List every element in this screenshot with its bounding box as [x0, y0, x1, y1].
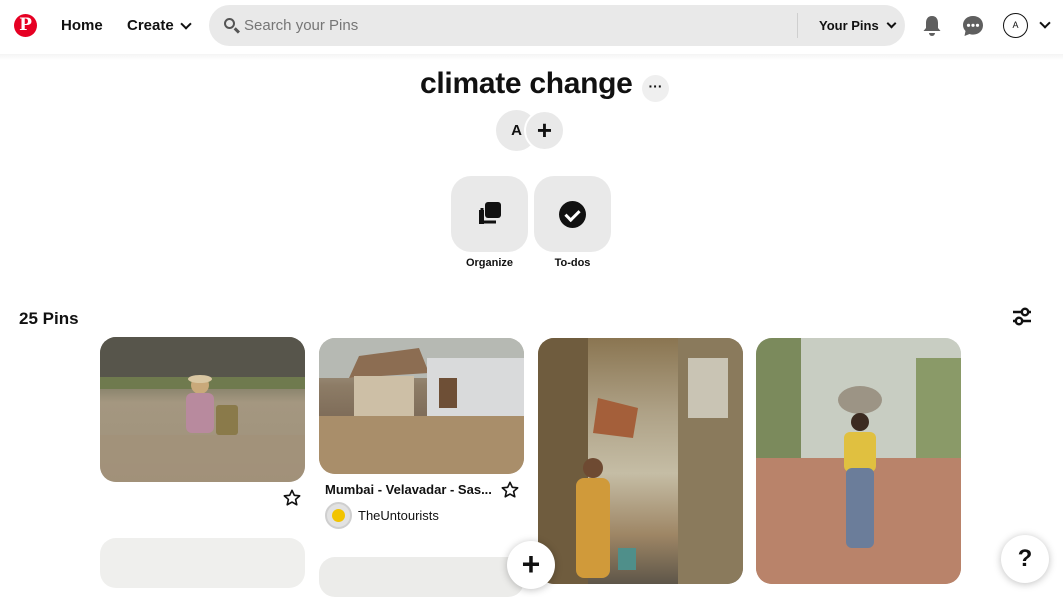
search-scope-dropdown[interactable]: Your Pins: [819, 18, 897, 33]
search-scope-label: Your Pins: [819, 18, 879, 33]
pin-title[interactable]: Mumbai - Velavadar - Sas...: [325, 482, 492, 497]
creator-avatar[interactable]: [325, 502, 352, 529]
star-icon[interactable]: [501, 481, 519, 499]
header-divider: [0, 54, 1063, 60]
pinterest-logo-icon[interactable]: P: [14, 14, 37, 37]
pin-flood-woman-basket[interactable]: [100, 337, 305, 482]
pin-mumbai-velavadar[interactable]: [319, 338, 524, 474]
pin-bottom-left[interactable]: [100, 538, 305, 588]
nav-create-dropdown[interactable]: Create: [127, 17, 192, 34]
todos-button[interactable]: [534, 176, 611, 252]
pin-image: [100, 337, 305, 482]
star-icon[interactable]: [283, 489, 301, 507]
add-collaborator-button[interactable]: +: [524, 110, 565, 151]
create-pin-button[interactable]: +: [507, 541, 555, 589]
todos-label: To-dos: [554, 257, 591, 269]
pin-image: [319, 338, 524, 474]
pin-woman-carrying-water[interactable]: [756, 338, 961, 584]
organize-icon: [479, 202, 501, 224]
pin-alley-painting[interactable]: [538, 338, 743, 584]
search-icon: [224, 18, 235, 29]
top-nav-bar: P Home Create Your Pins A: [0, 0, 1063, 52]
filter-options-icon[interactable]: [1012, 307, 1032, 327]
chat-icon[interactable]: [962, 15, 984, 37]
search-divider: [797, 13, 798, 38]
pin-bottom-second[interactable]: [319, 557, 524, 597]
organize-button[interactable]: [451, 176, 528, 252]
search-bar[interactable]: Your Pins: [209, 5, 905, 46]
chevron-down-icon: [180, 17, 192, 30]
account-avatar[interactable]: A: [1003, 13, 1028, 38]
search-input[interactable]: [244, 5, 784, 46]
creator-name[interactable]: TheUntourists: [358, 508, 439, 523]
board-more-options-button[interactable]: ···: [642, 75, 669, 102]
board-title: climate change: [420, 67, 633, 100]
organize-label: Organize: [465, 257, 514, 269]
nav-create-label: Create: [127, 17, 174, 34]
chevron-down-icon[interactable]: [1039, 17, 1051, 29]
pin-image: [538, 338, 743, 584]
pin-image: [756, 338, 961, 584]
help-button[interactable]: ?: [1001, 535, 1049, 583]
chevron-down-icon: [886, 18, 897, 29]
bell-icon[interactable]: [922, 15, 942, 37]
nav-home-link[interactable]: Home: [61, 17, 103, 34]
checkmark-icon: [559, 201, 586, 228]
pin-count: 25 Pins: [19, 309, 79, 328]
